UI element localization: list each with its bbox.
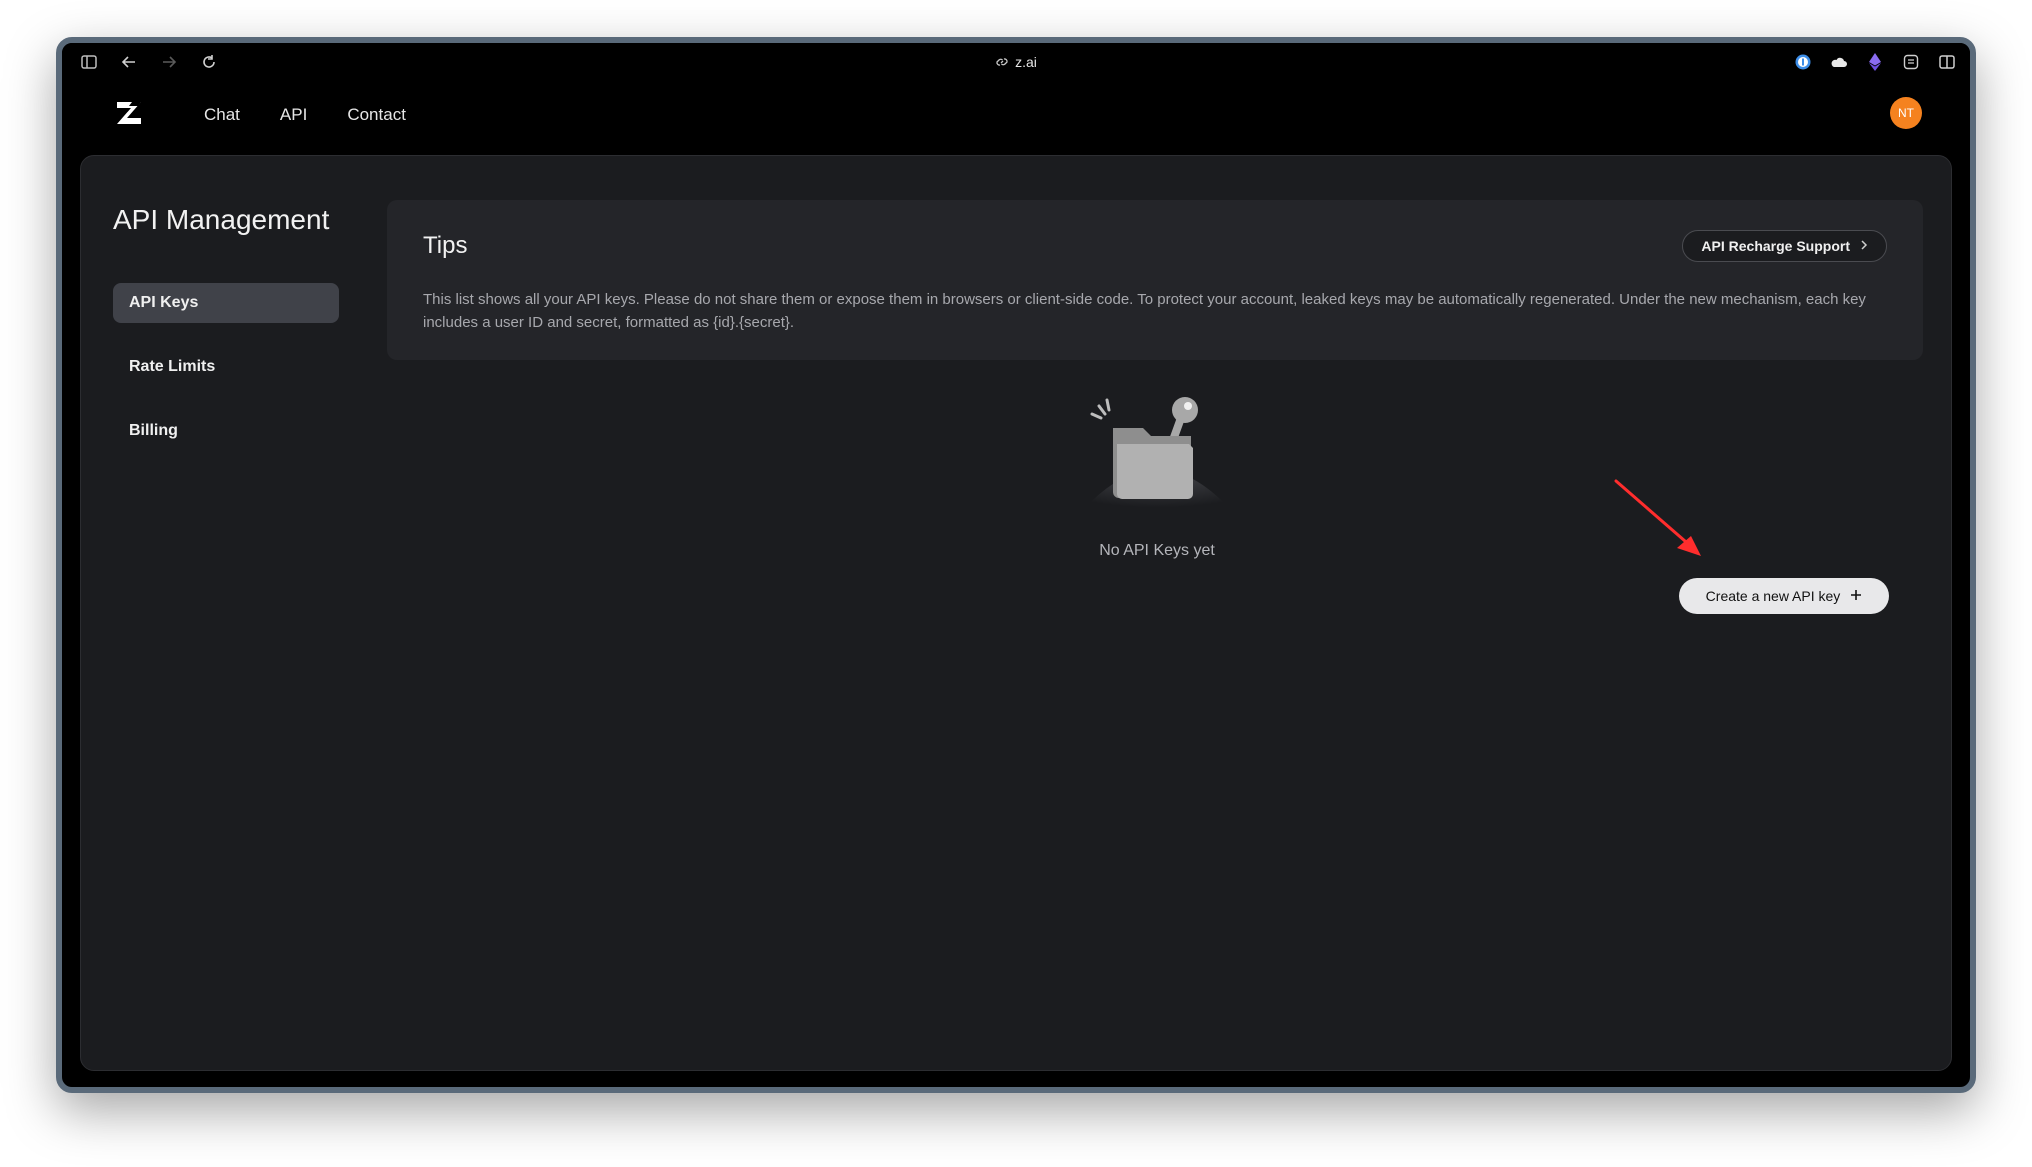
- sidebar-item-label: Billing: [129, 422, 178, 439]
- ethereum-icon[interactable]: [1866, 53, 1884, 71]
- nav-contact[interactable]: Contact: [347, 105, 406, 125]
- empty-state-message: No API Keys yet: [1099, 542, 1215, 559]
- tips-title: Tips: [423, 232, 468, 259]
- sidebar-item-rate-limits[interactable]: Rate Limits: [113, 347, 339, 387]
- split-view-icon[interactable]: [1938, 53, 1956, 71]
- sidebar-item-label: API Keys: [129, 294, 199, 311]
- top-nav: Chat API Contact: [204, 105, 406, 125]
- side-nav: API Keys Rate Limits Billing: [113, 283, 339, 475]
- sidebar-item-label: Rate Limits: [129, 358, 216, 375]
- create-api-key-button[interactable]: Create a new API key: [1679, 578, 1889, 614]
- sidebar-item-api-keys[interactable]: API Keys: [113, 283, 339, 323]
- page-title: API Management: [113, 204, 330, 235]
- link-icon: [995, 55, 1009, 72]
- password-manager-icon[interactable]: [1794, 53, 1812, 71]
- api-management-panel: API Management API Keys Rate Limits Bill…: [80, 155, 1952, 1071]
- nav-chat[interactable]: Chat: [204, 105, 240, 125]
- address-bar[interactable]: z.ai: [62, 54, 1970, 72]
- api-recharge-support-button[interactable]: API Recharge Support: [1682, 230, 1887, 262]
- plus-icon: [1850, 588, 1862, 604]
- site-header: Chat API Contact NT: [62, 83, 1970, 153]
- url-text: z.ai: [1015, 54, 1037, 70]
- nav-api[interactable]: API: [280, 105, 307, 125]
- red-arrow-annotation: [1614, 479, 1701, 556]
- z-logo-icon[interactable]: [114, 98, 144, 128]
- browser-window: z.ai Chat API Contact NT API Management …: [56, 37, 1976, 1093]
- chevron-right-icon: [1860, 238, 1868, 254]
- recharge-button-label: API Recharge Support: [1701, 238, 1850, 254]
- sidebar-item-billing[interactable]: Billing: [113, 411, 339, 451]
- browser-toolbar: z.ai: [62, 43, 1970, 83]
- cloud-icon[interactable]: [1830, 53, 1848, 71]
- tips-description: This list shows all your API keys. Pleas…: [423, 291, 1866, 331]
- reader-icon[interactable]: [1902, 53, 1920, 71]
- create-button-label: Create a new API key: [1705, 588, 1841, 604]
- tips-card: Tips API Recharge Support This list show…: [387, 200, 1923, 360]
- avatar[interactable]: NT: [1890, 97, 1922, 129]
- empty-folder-key-icon: [1077, 392, 1237, 522]
